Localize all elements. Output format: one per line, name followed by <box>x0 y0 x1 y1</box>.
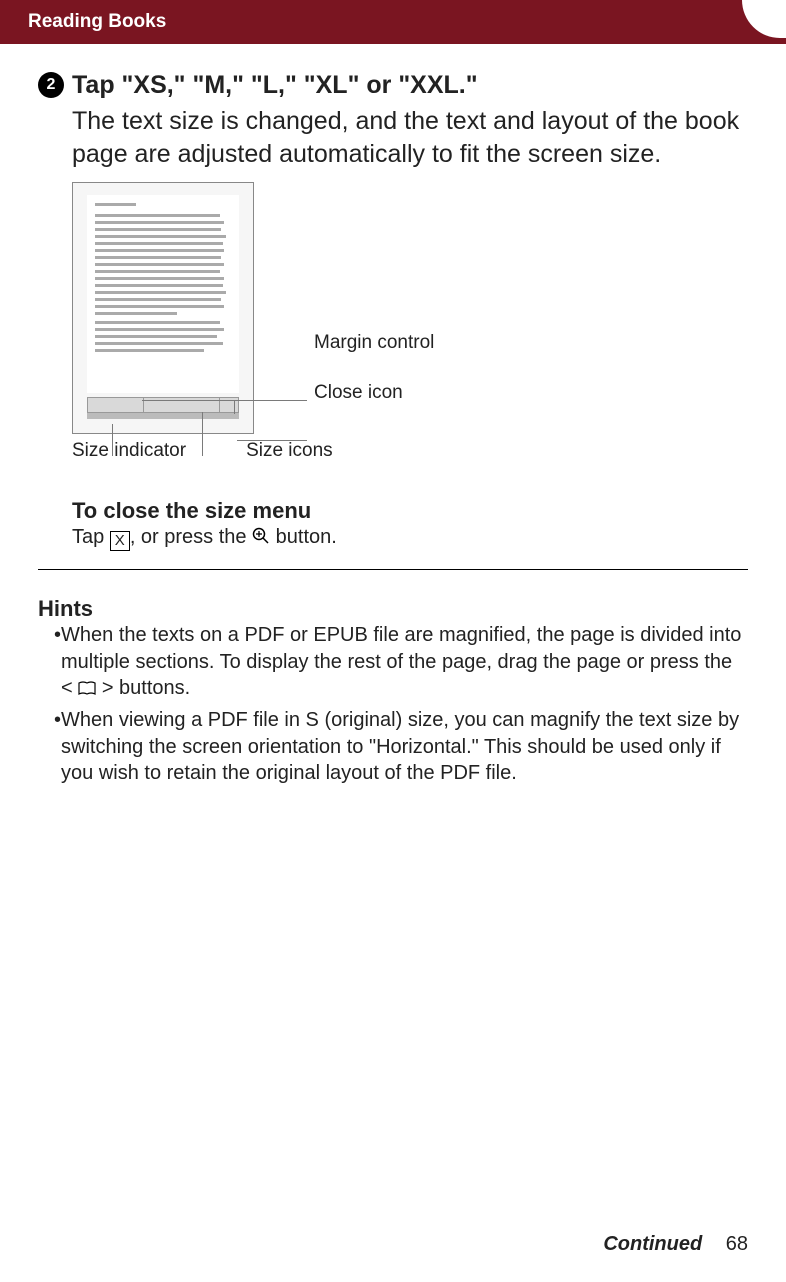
close-menu-tap: Tap <box>72 526 110 548</box>
step-body: The text size is changed, and the text a… <box>72 105 748 170</box>
label-size-indicator: Size indicator <box>72 440 186 462</box>
continued-label: Continued <box>603 1233 702 1255</box>
section-header: Reading Books <box>0 0 786 44</box>
diagram: Margin control Close icon <box>72 182 748 434</box>
callout-line <box>202 412 203 456</box>
hint-text: When viewing a PDF file in S (original) … <box>61 707 748 786</box>
device-margin-control <box>88 398 144 412</box>
hint-1-post: > buttons. <box>96 677 190 699</box>
close-menu-press: , or press the <box>130 526 252 548</box>
device-page <box>87 195 239 393</box>
bullet-icon: • <box>54 622 61 703</box>
close-menu-heading: To close the size menu <box>72 498 748 524</box>
device-size-indicator <box>87 413 239 419</box>
close-menu-section: To close the size menu Tap X, or press t… <box>72 498 748 551</box>
label-close-icon: Close icon <box>314 382 434 404</box>
step-text: Tap "XS," "M," "L," "XL" or "XXL." <box>72 70 478 101</box>
close-menu-body: Tap X, or press the button. <box>72 526 748 551</box>
device-mockup <box>72 182 254 434</box>
callouts-right: Margin control Close icon <box>314 182 434 404</box>
separator <box>38 569 748 570</box>
label-margin-control: Margin control <box>314 332 434 354</box>
callout-line <box>112 424 113 456</box>
hints-heading: Hints <box>38 596 748 622</box>
page-content: 2 Tap "XS," "M," "L," "XL" or "XXL." The… <box>0 44 786 787</box>
step-row: 2 Tap "XS," "M," "L," "XL" or "XXL." <box>38 70 748 101</box>
callout-line <box>237 440 307 441</box>
hints-list: • When the texts on a PDF or EPUB file a… <box>38 622 748 786</box>
hint-item: • When the texts on a PDF or EPUB file a… <box>54 622 748 703</box>
hint-item: • When viewing a PDF file in S (original… <box>54 707 748 786</box>
step-number-badge: 2 <box>38 72 64 98</box>
close-x-icon: X <box>110 531 130 551</box>
callout-line <box>234 400 235 414</box>
page-turn-icon <box>78 677 96 703</box>
close-menu-suffix: button. <box>270 526 337 548</box>
magnify-icon <box>252 527 270 551</box>
page-number: 68 <box>726 1233 748 1255</box>
callout-line <box>142 400 307 401</box>
hint-text: When the texts on a PDF or EPUB file are… <box>61 622 748 703</box>
footer: Continued 68 <box>603 1233 748 1256</box>
step-heading: Tap "XS," "M," "L," "XL" or "XXL." <box>72 70 478 101</box>
section-title: Reading Books <box>28 11 166 33</box>
label-size-icons: Size icons <box>246 440 333 462</box>
bullet-icon: • <box>54 707 61 786</box>
mock-text <box>87 195 239 364</box>
